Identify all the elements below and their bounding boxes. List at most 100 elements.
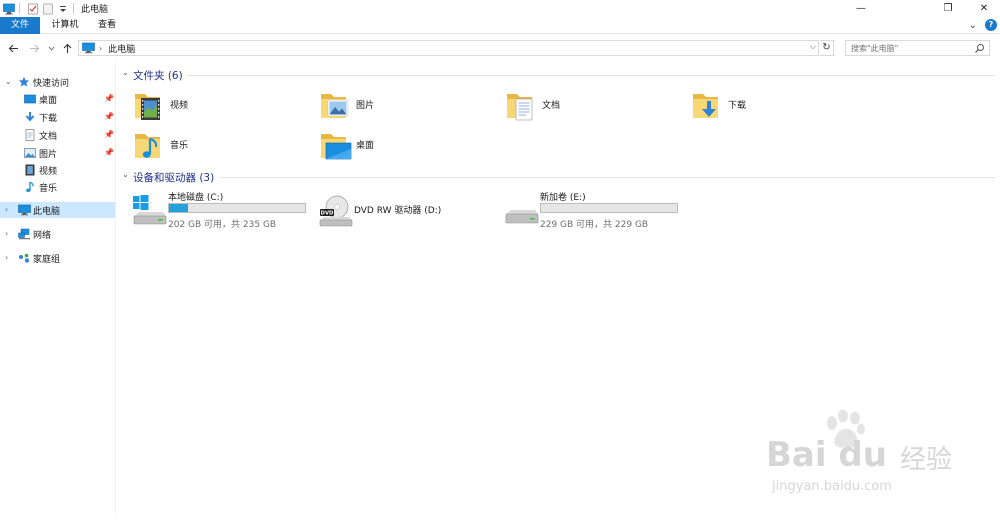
navigation-pane: ⌄ 快速访问 桌面 📌 下载 📌 文档 📌 图片 📌 视频 音乐 › 此电脑 ›… — [0, 63, 116, 513]
this-pc-icon[interactable] — [3, 3, 15, 15]
nav-label: 下载 — [39, 114, 58, 124]
svg-text:DVD: DVD — [321, 211, 334, 217]
download-icon — [25, 112, 35, 122]
toolbar-separator — [19, 3, 20, 14]
nav-label: 桌面 — [39, 96, 58, 106]
drive-usage-bar — [540, 203, 678, 213]
folder-label: 图片 — [356, 101, 375, 111]
folder-label: 音乐 — [170, 141, 189, 151]
pin-icon[interactable]: 📌 — [104, 130, 114, 139]
up-button[interactable] — [60, 41, 74, 55]
address-row: › 此电脑 ⌵ ↻ — [0, 37, 1000, 59]
chevron-down-icon[interactable]: ⌄ — [122, 170, 129, 179]
nav-item-desktop[interactable]: 桌面 📌 — [0, 91, 115, 107]
document-folder-icon — [507, 94, 533, 121]
drive-c[interactable]: 本地磁盘 (C:) 202 GB 可用，共 235 GB — [131, 190, 311, 230]
folder-label: 下载 — [728, 101, 747, 111]
drive-free-space: 229 GB 可用，共 229 GB — [540, 220, 649, 230]
chevron-down-icon[interactable]: ⌄ — [5, 77, 12, 86]
network-icon — [18, 228, 30, 240]
nav-quick-access[interactable]: ⌄ 快速访问 — [0, 74, 115, 90]
folder-desktop[interactable]: 桌面 — [320, 128, 470, 168]
nav-label: 网络 — [33, 231, 52, 241]
new-folder-icon[interactable] — [42, 3, 54, 15]
drive-name: 本地磁盘 (C:) — [168, 193, 224, 203]
baidu-watermark: Bai du 经验 jingyan.baidu.com — [760, 405, 960, 500]
quick-access-toolbar — [0, 0, 78, 17]
breadcrumb-separator-icon[interactable]: › — [99, 44, 102, 53]
pin-icon[interactable]: 📌 — [104, 112, 114, 121]
restore-button[interactable]: ❐ — [932, 0, 964, 17]
properties-icon[interactable] — [27, 3, 39, 15]
ribbon-tabs: 文件 计算机 查看 ⌄ ? — [0, 17, 1000, 34]
expand-ribbon-icon[interactable]: ⌄ — [969, 20, 977, 31]
address-dropdown-icon[interactable]: ⌵ — [810, 42, 816, 52]
this-pc-icon — [18, 204, 31, 216]
group-title: 文件夹 (6) — [133, 70, 183, 82]
group-divider — [220, 177, 995, 178]
tab-computer[interactable]: 计算机 — [46, 17, 84, 34]
nav-item-music[interactable]: 音乐 — [0, 179, 115, 195]
forward-arrow-icon — [29, 44, 39, 52]
minimize-button[interactable]: — — [845, 0, 877, 17]
folder-documents[interactable]: 文档 — [506, 88, 656, 128]
search-icon[interactable] — [974, 43, 985, 54]
group-divider — [187, 75, 995, 76]
folder-music[interactable]: 音乐 — [134, 128, 284, 168]
drive-usage-bar — [168, 203, 306, 213]
tab-view[interactable]: 查看 — [90, 17, 124, 34]
star-icon — [18, 76, 30, 87]
help-icon[interactable]: ? — [985, 19, 997, 31]
folder-videos[interactable]: 视频 — [134, 88, 284, 128]
customize-toolbar-icon[interactable] — [57, 3, 69, 15]
group-title: 设备和驱动器 (3) — [133, 172, 215, 184]
close-button[interactable]: ✕ — [968, 0, 1000, 17]
drive-name: 新加卷 (E:) — [540, 193, 586, 203]
drive-free-space: 202 GB 可用，共 235 GB — [168, 220, 277, 230]
pin-icon[interactable]: 📌 — [104, 94, 114, 103]
tab-file[interactable]: 文件 — [0, 17, 40, 34]
forward-button[interactable] — [27, 41, 41, 55]
folder-downloads[interactable]: 下载 — [692, 88, 842, 128]
chevron-right-icon[interactable]: › — [5, 205, 8, 214]
back-button[interactable] — [6, 41, 20, 55]
video-icon — [25, 164, 35, 176]
nav-network[interactable]: › 网络 — [0, 226, 115, 242]
up-arrow-icon — [63, 43, 71, 53]
desktop-icon — [24, 94, 36, 104]
nav-label: 图片 — [39, 150, 58, 160]
nav-label: 文档 — [39, 132, 58, 142]
group-header-devices[interactable]: ⌄ 设备和驱动器 (3) — [117, 169, 995, 185]
search-box[interactable] — [845, 40, 990, 56]
dvd-drive-icon: DVD — [319, 195, 353, 227]
nav-label: 家庭组 — [33, 255, 61, 265]
nav-label: 快速访问 — [33, 79, 70, 89]
nav-this-pc[interactable]: › 此电脑 — [0, 202, 115, 218]
homegroup-icon — [19, 253, 30, 263]
drive-e[interactable]: 新加卷 (E:) 229 GB 可用，共 229 GB — [503, 190, 683, 230]
nav-item-videos[interactable]: 视频 — [0, 162, 115, 178]
breadcrumb-this-pc[interactable]: 此电脑 — [108, 42, 135, 55]
pin-icon[interactable]: 📌 — [104, 148, 114, 157]
search-input[interactable] — [851, 43, 969, 53]
music-icon — [26, 181, 34, 192]
nav-item-documents[interactable]: 文档 📌 — [0, 127, 115, 143]
group-header-folders[interactable]: ⌄ 文件夹 (6) — [117, 67, 995, 83]
this-pc-icon — [82, 42, 95, 54]
picture-icon — [24, 148, 36, 158]
back-arrow-icon — [8, 44, 18, 52]
nav-item-downloads[interactable]: 下载 📌 — [0, 109, 115, 125]
refresh-button[interactable]: ↻ — [820, 40, 834, 56]
chevron-right-icon[interactable]: › — [5, 253, 8, 262]
folder-pictures[interactable]: 图片 — [320, 88, 470, 128]
address-bar[interactable]: › 此电脑 ⌵ — [78, 40, 819, 56]
nav-item-pictures[interactable]: 图片 📌 — [0, 145, 115, 161]
watermark-brand-cn: 经验 — [900, 445, 953, 475]
chevron-down-icon[interactable]: ⌄ — [122, 68, 129, 77]
nav-label: 音乐 — [39, 184, 58, 194]
recent-locations-button[interactable] — [44, 41, 58, 55]
nav-homegroup[interactable]: › 家庭组 — [0, 250, 115, 266]
drive-d[interactable]: DVD DVD RW 驱动器 (D:) — [317, 190, 497, 230]
chevron-right-icon[interactable]: › — [5, 229, 8, 238]
nav-label: 此电脑 — [33, 207, 61, 217]
